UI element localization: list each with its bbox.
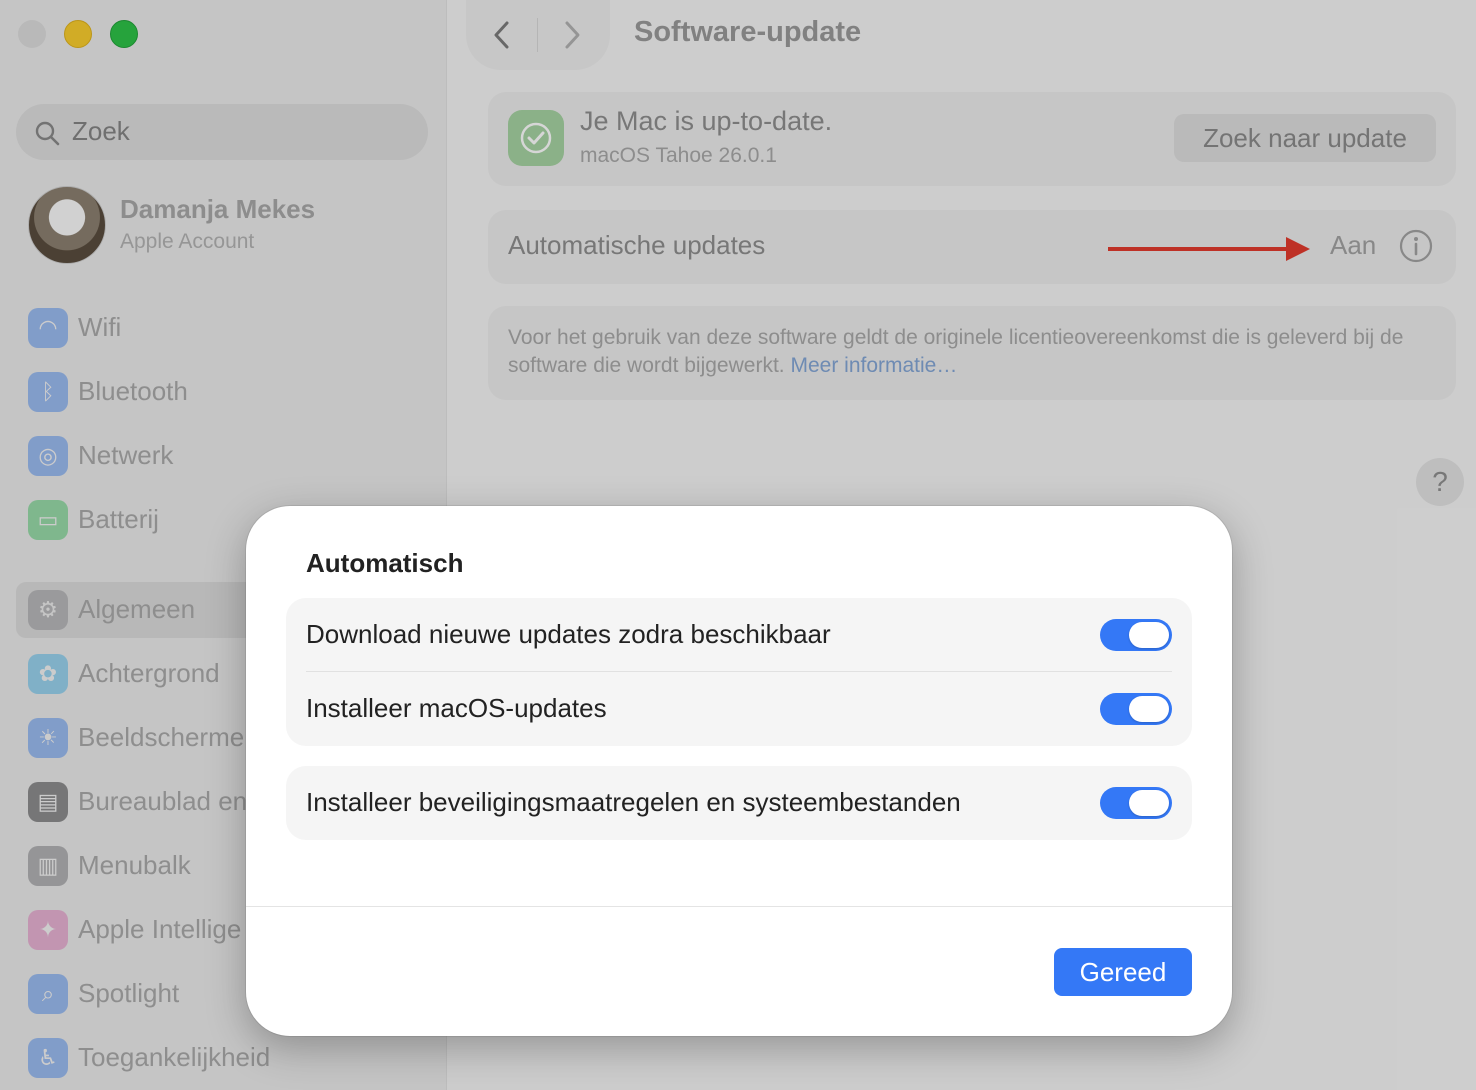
toggle-label: Download nieuwe updates zodra beschikbaa…	[306, 619, 831, 649]
toggle-knob	[1129, 622, 1169, 648]
toggle-group-2: Installeer beveiligingsmaatregelen en sy…	[286, 766, 1192, 840]
toggle-label: Installeer macOS-updates	[306, 693, 607, 723]
toggle-row-security: Installeer beveiligingsmaatregelen en sy…	[286, 766, 1192, 840]
done-button[interactable]: Gereed	[1054, 948, 1192, 996]
automatic-updates-sheet: Automatisch Download nieuwe updates zodr…	[246, 506, 1232, 1036]
toggle-row-macos: Installeer macOS-updates	[286, 672, 1192, 746]
sheet-title: Automatisch	[306, 548, 464, 578]
toggle-row-download: Download nieuwe updates zodra beschikbaa…	[286, 598, 1192, 672]
toggle-knob	[1129, 696, 1169, 722]
download-updates-toggle[interactable]	[1100, 619, 1172, 651]
toggle-group-1: Download nieuwe updates zodra beschikbaa…	[286, 598, 1192, 746]
toggle-knob	[1129, 790, 1169, 816]
toggle-label: Installeer beveiligingsmaatregelen en sy…	[306, 787, 961, 817]
install-security-responses-toggle[interactable]	[1100, 787, 1172, 819]
sheet-divider	[246, 906, 1232, 907]
install-macos-updates-toggle[interactable]	[1100, 693, 1172, 725]
